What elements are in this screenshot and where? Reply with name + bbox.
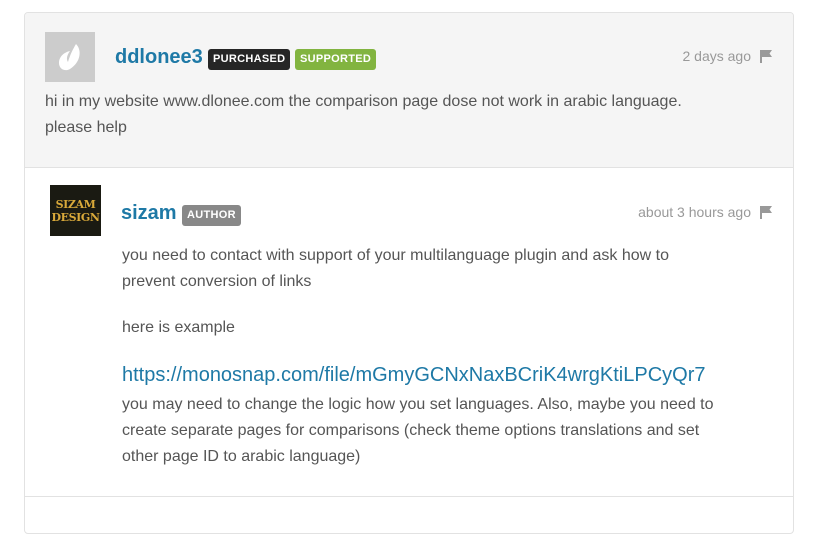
comment-author-link[interactable]: ddlonee3 xyxy=(115,46,203,69)
reply-body-line: you may need to change the logic how you… xyxy=(122,396,714,413)
avatar-text: DESIGN xyxy=(51,211,100,224)
reply-author-link[interactable]: sizam xyxy=(121,202,177,225)
avatar[interactable] xyxy=(45,32,95,82)
comment-original-post: ddlonee3 PURCHASED SUPPORTED 2 days ago … xyxy=(25,13,793,168)
reply-timestamp: about 3 hours ago xyxy=(638,204,751,220)
supported-badge: SUPPORTED xyxy=(295,49,377,70)
reply-body-line: prevent conversion of links xyxy=(122,273,312,290)
reply-body-line: other page ID to arabic language) xyxy=(122,448,361,465)
monosnap-link[interactable]: https://monosnap.com/file/mGmyGCNxNaxBCr… xyxy=(122,364,706,387)
reply-paragraph: here is example xyxy=(122,319,235,336)
avatar[interactable]: SIZAM DESIGN xyxy=(50,185,101,236)
comment-body-line: hi in my website www.dlonee.com the comp… xyxy=(45,93,682,110)
reply-paragraph: you may need to change the logic how you… xyxy=(122,392,714,470)
author-badge: AUTHOR xyxy=(182,205,241,226)
comment-reply: SIZAM DESIGN sizam AUTHOR about 3 hours … xyxy=(25,168,793,497)
reply-body-line: you need to contact with support of your… xyxy=(122,247,670,264)
reply-paragraph: you need to contact with support of your… xyxy=(122,243,669,295)
purchased-badge: PURCHASED xyxy=(208,49,291,70)
flag-icon[interactable] xyxy=(759,205,773,219)
comment-timestamp: 2 days ago xyxy=(682,48,752,64)
flag-icon[interactable] xyxy=(759,49,773,63)
reply-body-line: create separate pages for comparisons (c… xyxy=(122,422,700,439)
comment-body: hi in my website www.dlonee.com the comp… xyxy=(45,89,682,141)
avatar-text: SIZAM xyxy=(55,198,96,211)
comment-thread: ddlonee3 PURCHASED SUPPORTED 2 days ago … xyxy=(24,12,794,534)
envato-leaf-icon xyxy=(59,44,80,71)
comment-body-line: please help xyxy=(45,119,127,136)
